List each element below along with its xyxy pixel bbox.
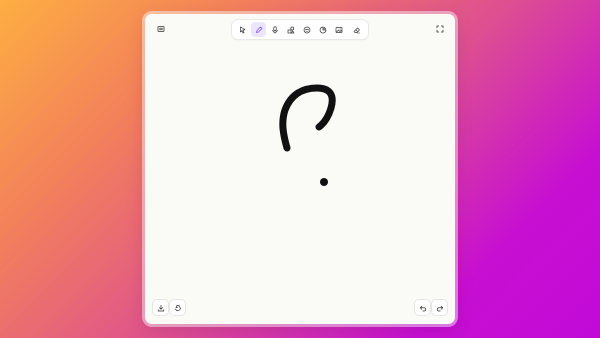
image-icon	[335, 26, 342, 33]
tool-palette	[232, 20, 368, 39]
drawing-app-window	[145, 14, 455, 324]
pencil-icon	[255, 26, 262, 33]
question-mark-hook	[279, 84, 336, 152]
question-mark-dot	[320, 178, 328, 186]
redo-icon	[436, 305, 443, 311]
menu-button[interactable]	[153, 21, 168, 36]
smiley-icon	[303, 26, 310, 33]
expand-icon	[436, 25, 443, 32]
pen-tool-button[interactable]	[251, 22, 266, 37]
recycle-icon	[174, 304, 181, 311]
shapes-tool-button[interactable]	[283, 22, 298, 37]
undo-button[interactable]	[415, 300, 430, 315]
eraser-icon	[353, 27, 360, 33]
sticker-tool-button[interactable]	[315, 22, 330, 37]
shapes-icon	[287, 26, 294, 33]
microphone-tool-button[interactable]	[267, 22, 282, 37]
hamburger-menu-icon	[157, 25, 164, 32]
download-button[interactable]	[153, 300, 168, 315]
emoji-tool-button[interactable]	[299, 22, 314, 37]
redo-button[interactable]	[432, 300, 447, 315]
sticker-icon	[319, 26, 326, 33]
drawing-canvas[interactable]	[145, 14, 455, 324]
download-icon	[157, 304, 164, 311]
fullscreen-button[interactable]	[432, 21, 447, 36]
eraser-tool-button[interactable]	[349, 22, 364, 37]
image-tool-button[interactable]	[331, 22, 346, 37]
microphone-icon	[271, 25, 278, 33]
select-tool-button[interactable]	[235, 22, 250, 37]
cursor-icon	[239, 26, 245, 33]
recycle-button[interactable]	[170, 300, 185, 315]
undo-icon	[419, 305, 426, 311]
